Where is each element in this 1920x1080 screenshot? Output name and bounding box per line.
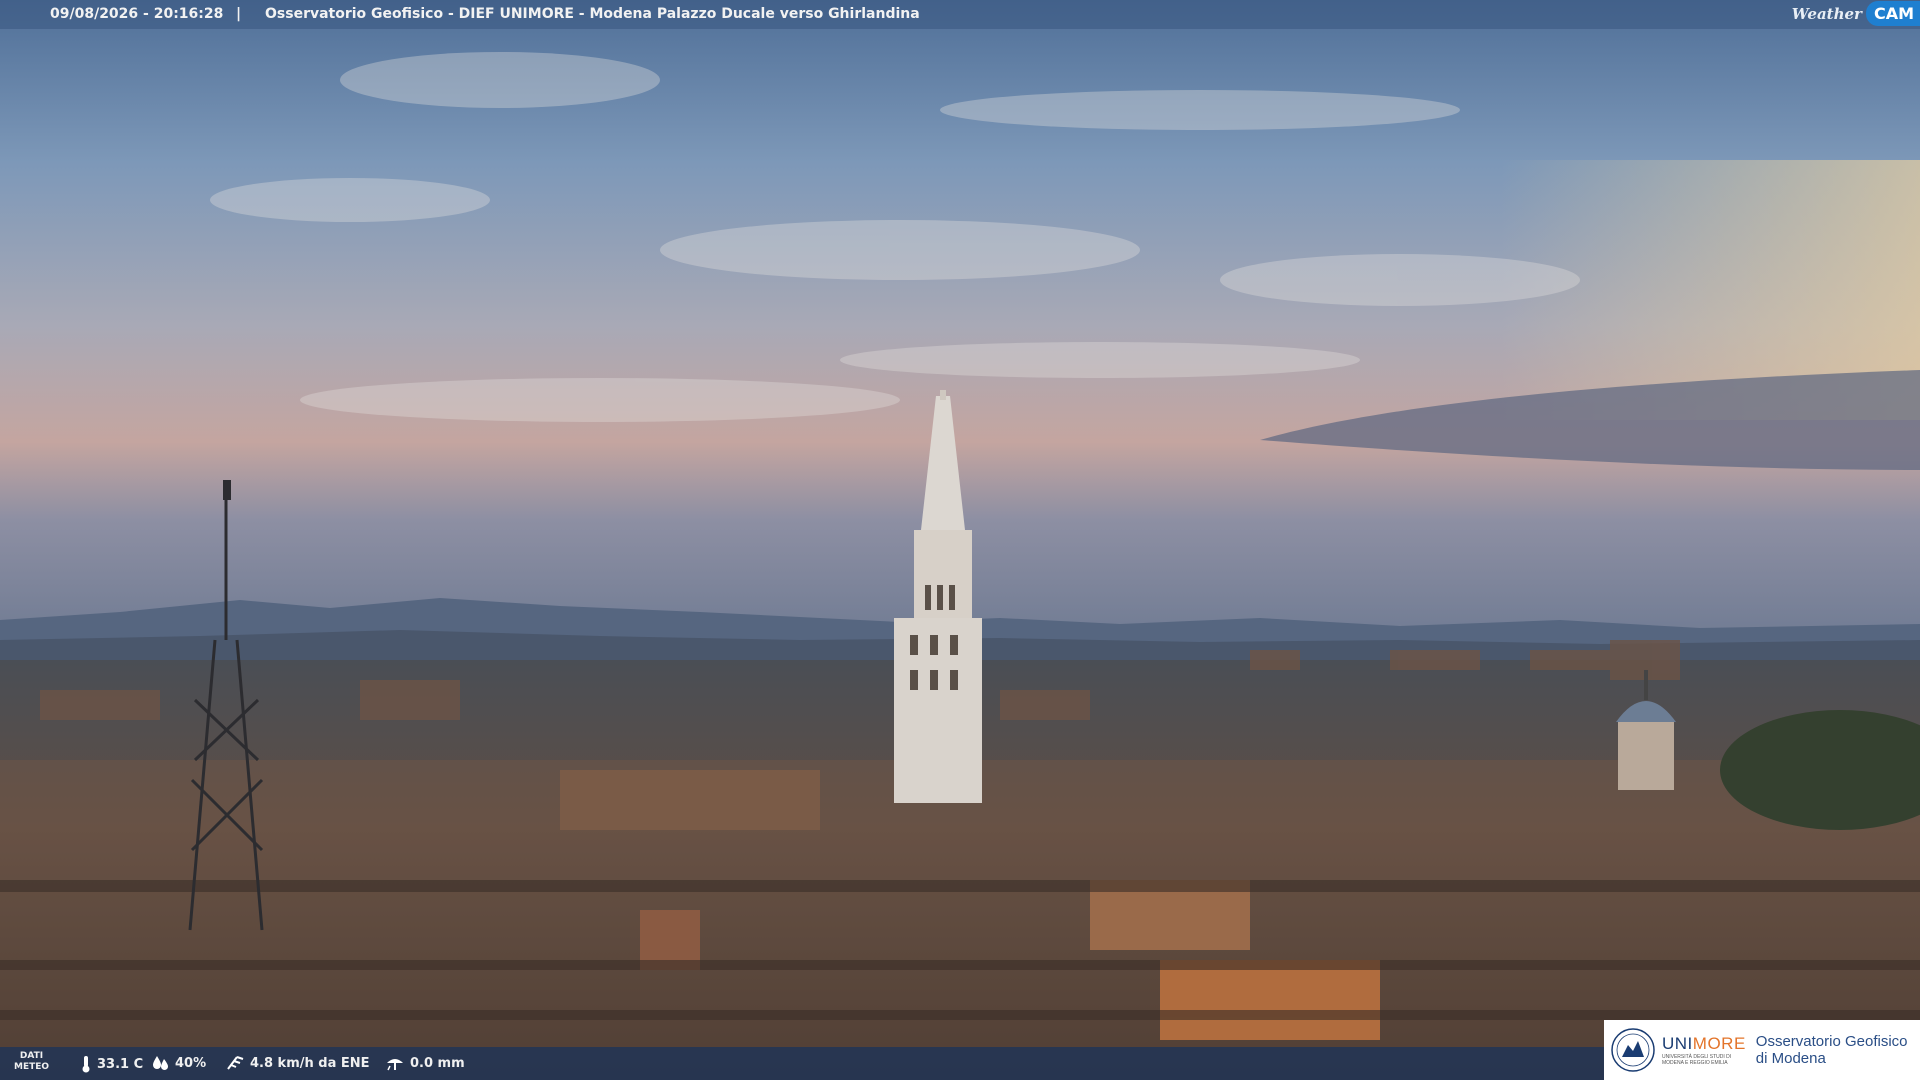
humidity-icon <box>153 1056 168 1070</box>
camera-title: Osservatorio Geofisico - DIEF UNIMORE - … <box>265 6 920 22</box>
humidity-reading: 40% <box>152 1055 206 1071</box>
wind-icon <box>227 1056 244 1070</box>
observatory-name: Osservatorio Geofisico di Modena <box>1755 1033 1908 1067</box>
weathercam-logo: Weather CAM <box>1792 0 1920 27</box>
temperature-value: 33.1 C <box>97 1056 144 1072</box>
wind-reading: 4.8 km/h da ENE <box>225 1055 370 1071</box>
unimore-wordmark: UNIMORE UNIVERSITÀ DEGLI STUDI DI MODENA… <box>1662 1034 1746 1066</box>
rain-gauge-icon <box>387 1059 403 1071</box>
humidity-value: 40% <box>175 1055 207 1071</box>
rain-reading: 0.0 mm <box>385 1055 465 1071</box>
rain-value: 0.0 mm <box>410 1055 465 1071</box>
separator: | <box>236 6 242 22</box>
weathercam-logo-cam: CAM <box>1865 1 1920 26</box>
temperature-reading: 33.1 C <box>80 1055 143 1073</box>
top-info-bar: 09/08/2026 - 20:16:28 | Osservatorio Geo… <box>0 0 1920 29</box>
thermometer-icon <box>82 1056 90 1073</box>
unimore-observatory-logo: UNIMORE UNIVERSITÀ DEGLI STUDI DI MODENA… <box>1604 1020 1920 1080</box>
wind-value: 4.8 km/h da ENE <box>250 1055 370 1071</box>
university-seal-icon <box>1611 1028 1655 1072</box>
weather-data-label: DATI METEO <box>14 1051 50 1072</box>
weathercam-logo-word: Weather <box>1791 4 1862 23</box>
timestamp: 09/08/2026 - 20:16:28 <box>50 6 224 22</box>
webcam-image <box>0 0 1920 1080</box>
